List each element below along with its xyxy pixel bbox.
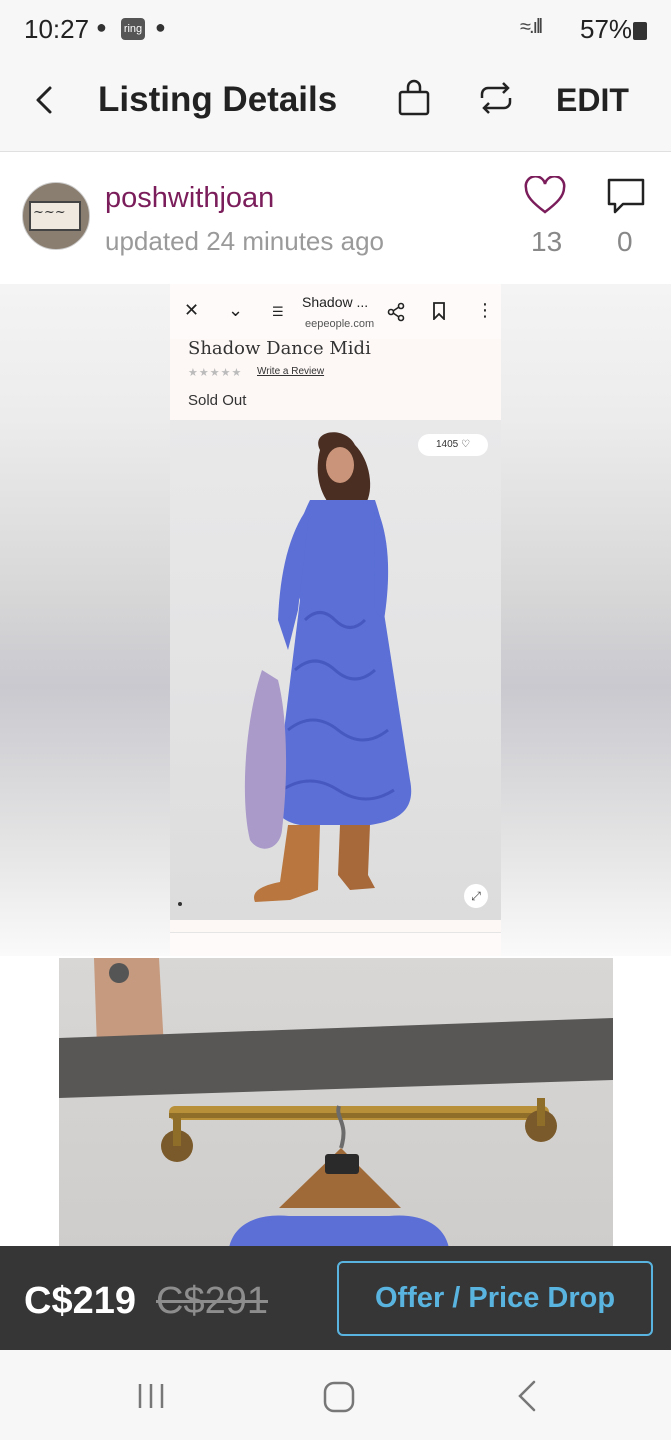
rail-illustration: [59, 958, 613, 1248]
browser-toolbar: ✕ ⌄ ☰ Shadow ... eepeople.com ⋮: [170, 284, 501, 339]
product-name: Shadow Dance Midi: [188, 338, 371, 359]
embedded-nav-strip: [170, 932, 501, 956]
seller-username[interactable]: poshwithjoan: [105, 182, 274, 215]
signal-icon: ≈.ıll: [520, 16, 543, 38]
status-time: 10:27: [24, 14, 90, 44]
battery-icon: [633, 22, 647, 40]
app-bar: Listing Details EDIT: [0, 58, 671, 152]
bookmark-icon: [433, 302, 445, 320]
avatar-art: ~~~: [33, 205, 66, 220]
home-nav-icon[interactable]: [322, 1380, 356, 1414]
listing-photo-2[interactable]: [0, 958, 671, 1248]
listing-photo[interactable]: ✕ ⌄ ☰ Shadow ... eepeople.com ⋮ Shadow D…: [0, 284, 671, 956]
battery-percent: 57%: [580, 14, 633, 44]
likes-pill: 1405 ♡: [418, 434, 488, 456]
page-title: Listing Details: [98, 80, 338, 119]
price-bar: C$219 C$291 Offer / Price Drop: [0, 1246, 671, 1350]
share-icon[interactable]: [476, 78, 516, 118]
original-price: C$291: [156, 1280, 268, 1322]
ring-app-icon: ring: [121, 18, 145, 40]
chevron-down-icon: ⌄: [228, 300, 244, 320]
model-illustration: [244, 432, 412, 902]
photo-blur-right: [501, 284, 671, 956]
carousel-dot: [178, 902, 182, 906]
current-price: C$219: [24, 1280, 136, 1322]
wall-photo: [59, 958, 613, 1248]
status-bar: 10:27 ● ring ● ≈.ıll 57%: [0, 0, 671, 58]
comments-count: 0: [617, 226, 633, 257]
expand-icon: ⤢: [464, 884, 488, 908]
likes-pill-count: 1405: [436, 439, 459, 450]
more-vert-icon: ⋮: [476, 300, 494, 320]
rating-stars: ★★★★★: [188, 367, 243, 379]
avatar[interactable]: ~~~: [22, 182, 90, 250]
stock-status: Sold Out: [188, 392, 247, 409]
tab-url: eepeople.com: [305, 318, 375, 330]
tune-icon: ☰: [272, 304, 284, 319]
photo-blur-left: [0, 284, 170, 956]
tab-title: Shadow ...: [302, 294, 369, 310]
review-link: Write a Review: [257, 366, 325, 377]
dress-photo: 1405 ♡ ⤢: [170, 420, 501, 920]
likes-count: 13: [531, 226, 563, 257]
shopping-bag-icon[interactable]: [396, 78, 432, 118]
close-icon: ✕: [184, 300, 200, 320]
notification-icon: ●: [96, 17, 107, 37]
seller-row: ~~~ poshwithjoan updated 24 minutes ago …: [0, 152, 671, 284]
back-nav-icon[interactable]: [514, 1378, 540, 1414]
system-nav-bar: [0, 1350, 671, 1440]
updated-time: updated 24 minutes ago: [105, 226, 384, 256]
embedded-screenshot: ✕ ⌄ ☰ Shadow ... eepeople.com ⋮ Shadow D…: [170, 284, 501, 956]
recents-nav-icon[interactable]: [136, 1380, 166, 1412]
offer-price-drop-button[interactable]: Offer / Price Drop: [337, 1261, 653, 1336]
heart-icon[interactable]: [523, 176, 567, 216]
notification-icon: ●: [155, 17, 166, 37]
back-arrow-icon[interactable]: [30, 80, 60, 120]
share-icon: [387, 302, 405, 322]
comment-icon[interactable]: [605, 176, 647, 216]
edit-button[interactable]: EDIT: [556, 82, 629, 119]
